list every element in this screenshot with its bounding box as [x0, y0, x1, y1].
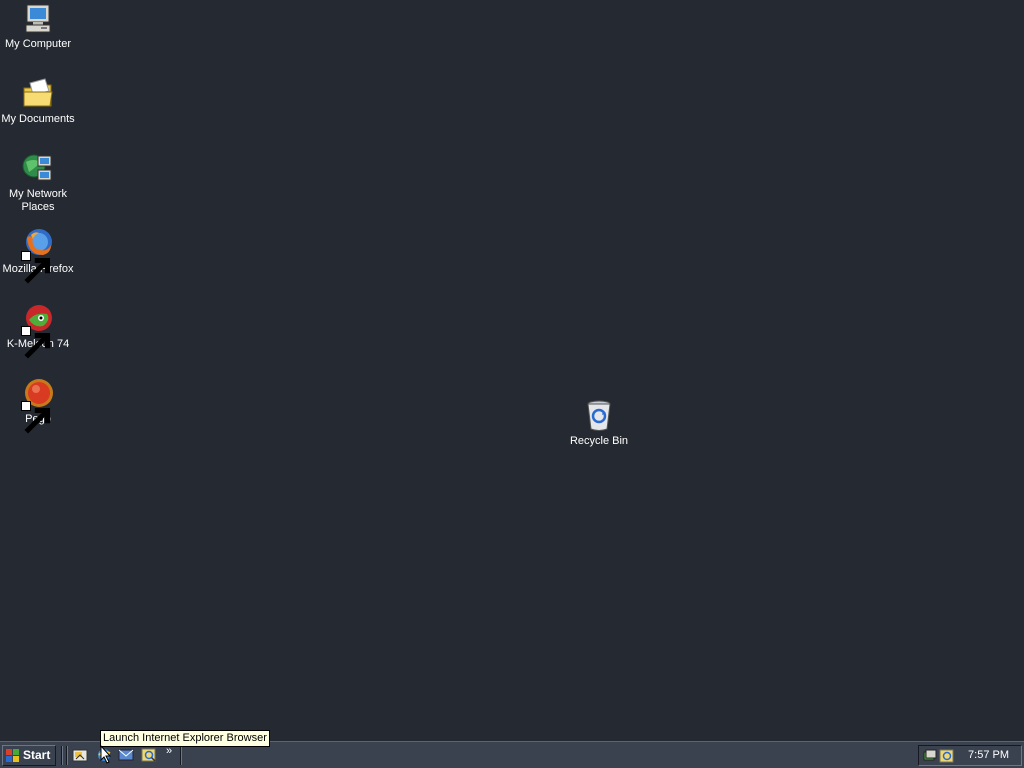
desktop-icon-label: My Documents [1, 113, 75, 125]
search-icon[interactable] [141, 747, 157, 763]
computer-icon [21, 2, 55, 36]
start-label: Start [23, 748, 51, 762]
firefox-icon [21, 227, 55, 284]
network-tray-icon[interactable] [923, 748, 939, 764]
desktop-icon-label: My Network Places [8, 188, 68, 213]
network-places-icon [21, 152, 55, 186]
system-tray: 7:57 PM [918, 745, 1022, 766]
outlook-express-icon[interactable] [118, 747, 134, 763]
recycle-bin-icon [582, 399, 616, 433]
desktop-icon-k-meleon[interactable]: K-Meleon 74 [0, 302, 76, 359]
shortcut-arrow-icon [21, 326, 51, 359]
kmeleon-icon [21, 302, 55, 359]
desktop-icon-pego[interactable]: Pego [0, 377, 76, 434]
desktop: My Computer My Documents My Network Plac… [0, 0, 1024, 741]
taskbar-divider [66, 746, 68, 765]
clock[interactable]: 7:57 PM [968, 749, 1009, 761]
desktop-icon-label: Recycle Bin [569, 435, 629, 447]
tooltip: Launch Internet Explorer Browser [100, 730, 270, 747]
desktop-icon-mozilla-firefox[interactable]: Mozilla Firefox [0, 227, 76, 284]
shortcut-arrow-icon [21, 401, 51, 434]
mouse-cursor-icon [100, 745, 112, 764]
desktop-icon-my-documents[interactable]: My Documents [0, 77, 76, 126]
pego-icon [21, 377, 55, 434]
start-button[interactable]: Start [2, 745, 56, 766]
desktop-icon-my-network-places[interactable]: My Network Places [0, 152, 76, 214]
desktop-icon-recycle-bin[interactable]: Recycle Bin [561, 399, 637, 448]
taskbar-divider [61, 746, 63, 765]
taskbar-divider [180, 746, 182, 765]
windows-logo-icon [6, 749, 19, 762]
shortcut-arrow-icon [21, 251, 51, 284]
desktop-icon-my-computer[interactable]: My Computer [0, 2, 76, 51]
desktop-icon-label: My Computer [4, 38, 72, 50]
folder-icon [21, 77, 55, 111]
show-desktop-icon[interactable] [72, 747, 88, 763]
search-tray-icon[interactable] [939, 748, 955, 764]
